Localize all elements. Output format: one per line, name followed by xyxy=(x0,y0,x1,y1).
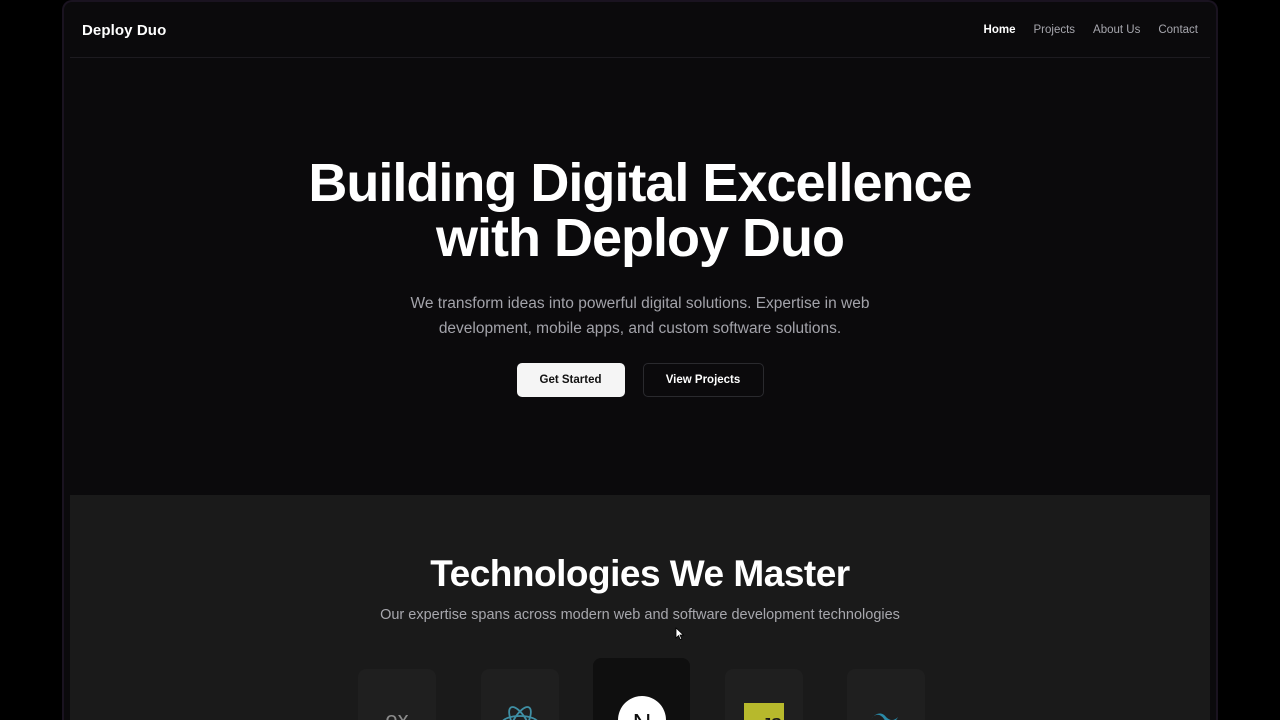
technologies-title: Technologies We Master xyxy=(430,553,850,594)
react-icon xyxy=(502,706,538,720)
hero-title-line-1: Building Digital Excellence xyxy=(308,153,972,213)
nav-links: Home Projects About Us Contact xyxy=(984,24,1198,36)
hero-actions: Get Started View Projects xyxy=(64,363,1216,397)
hero-subtitle: We transform ideas into powerful digital… xyxy=(64,291,1216,341)
express-glyph: ex xyxy=(385,707,408,720)
tech-card-express[interactable]: ex xyxy=(358,669,436,720)
tech-card-javascript[interactable]: JS xyxy=(725,669,803,720)
tailwind-icon xyxy=(870,713,898,720)
tech-card-nextjs[interactable]: N xyxy=(593,658,690,720)
hero-subtitle-line-1: We transform ideas into powerful digital… xyxy=(410,295,870,312)
nextjs-icon: N xyxy=(617,696,666,720)
javascript-icon: JS xyxy=(744,703,784,720)
hero-title-line-2: with Deploy Duo xyxy=(436,208,845,268)
technologies-subtitle: Our expertise spans across modern web an… xyxy=(380,607,900,623)
express-icon: ex xyxy=(385,707,408,720)
browser-window: Deploy Duo Home Projects About Us Contac… xyxy=(62,0,1218,720)
hero-subtitle-line-2: development, mobile apps, and custom sof… xyxy=(438,320,842,337)
nextjs-glyph: N xyxy=(632,708,651,720)
get-started-button[interactable]: Get Started xyxy=(516,363,625,397)
mouse-cursor-icon xyxy=(675,627,685,641)
nav-link-home[interactable]: Home xyxy=(984,24,1016,36)
nav-link-projects[interactable]: Projects xyxy=(1034,24,1076,36)
nav-link-contact[interactable]: Contact xyxy=(1158,24,1198,36)
tech-card-react[interactable] xyxy=(481,669,559,720)
technologies-section: Technologies We Master Our expertise spa… xyxy=(70,495,1210,720)
view-projects-button[interactable]: View Projects xyxy=(642,363,764,397)
hero-title: Building Digital Excellence with Deploy … xyxy=(64,156,1216,266)
hero-section: Building Digital Excellence with Deploy … xyxy=(64,58,1216,495)
javascript-glyph: JS xyxy=(762,716,782,720)
nav-link-about-us[interactable]: About Us xyxy=(1093,24,1140,36)
tech-card-tailwind[interactable] xyxy=(847,669,925,720)
brand-logo[interactable]: Deploy Duo xyxy=(82,22,166,39)
navbar: Deploy Duo Home Projects About Us Contac… xyxy=(64,2,1216,58)
